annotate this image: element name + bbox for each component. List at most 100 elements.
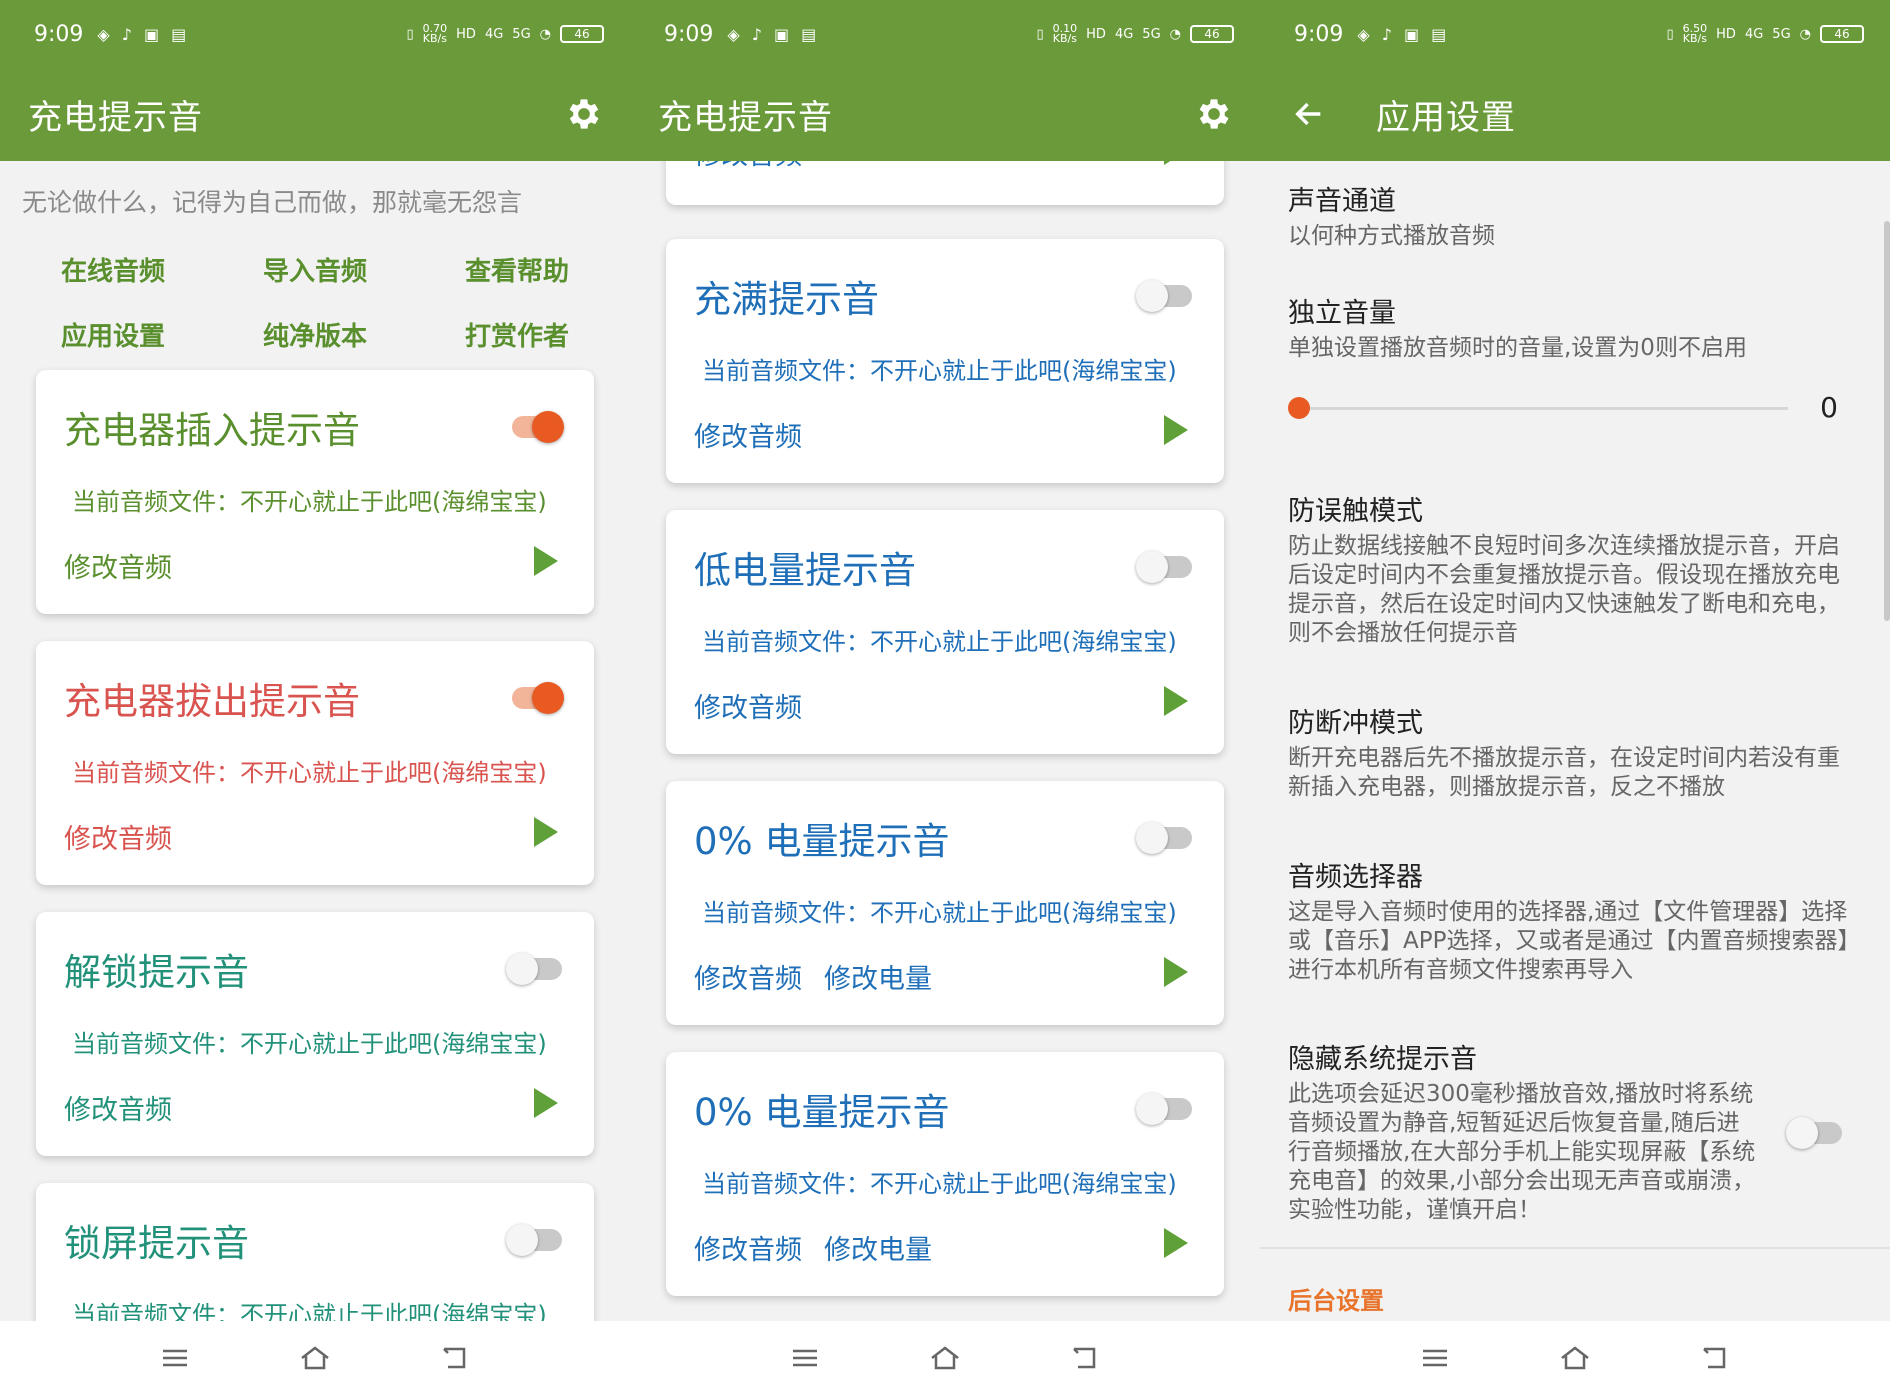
setting-anti-disconnect[interactable]: 防断冲模式 断开充电器后先不播放提示音，在设定时间内若没有重新插入充电器，则播放… xyxy=(1288,701,1856,802)
card-audio-file: 当前音频文件：不开心就止于此吧(海绵宝宝) xyxy=(702,357,1177,385)
setting-title: 声音通道 xyxy=(1288,186,1396,217)
card-title: 锁屏提示音 xyxy=(64,1222,249,1265)
signal-5g-icon: 5G xyxy=(1142,26,1161,42)
card-zero-battery: 0% 电量提示音 当前音频文件：不开心就止于此吧(海绵宝宝) 修改音频 修改电量 xyxy=(666,781,1224,1025)
status-bar: 9:09 ◈ ♪ ▣ ▤ ▯ 0.10 KB/s HD 4G 5G ◔ 46 xyxy=(664,20,1234,48)
edit-audio-button[interactable]: 修改音频 xyxy=(694,161,802,172)
edit-audio-button[interactable]: 修改音频 xyxy=(64,817,172,856)
home-icon[interactable] xyxy=(298,1343,332,1373)
setting-desc: 此选项会延迟300毫秒播放音效,播放时将系统音频设置为静音,短暂延迟后恢复音量,… xyxy=(1288,1081,1756,1223)
menu-icon[interactable] xyxy=(788,1343,822,1373)
hide-system-toggle[interactable] xyxy=(1786,1116,1842,1149)
setting-anti-mistouch[interactable]: 防误触模式 防止数据线接触不良短时间多次连续播放提示音，开启后设定时间内不会重复… xyxy=(1288,489,1856,648)
card-audio-file: 当前音频文件：不开心就止于此吧(海绵宝宝) xyxy=(72,759,547,787)
card-audio-file: 当前音频文件：不开心就止于此吧(海绵宝宝) xyxy=(702,628,1177,656)
back-icon[interactable] xyxy=(1068,1343,1102,1373)
slider-thumb[interactable] xyxy=(1288,397,1310,419)
enable-toggle[interactable] xyxy=(1136,279,1192,312)
link-pure-version[interactable]: 纯净版本 xyxy=(214,316,416,353)
music-note-icon: ♪ xyxy=(121,24,132,44)
play-icon[interactable] xyxy=(1164,415,1188,445)
card-audio-file: 当前音频文件：不开心就止于此吧(海绵宝宝) xyxy=(702,899,1177,927)
signal-4g-icon: 4G xyxy=(484,26,504,42)
link-online-audio[interactable]: 在线音频 xyxy=(12,251,214,288)
edit-audio-button[interactable]: 修改音频 xyxy=(64,546,172,585)
vibrate-icon: ▯ xyxy=(1666,26,1674,42)
card-title: 充电器插入提示音 xyxy=(64,409,360,452)
status-bar: 9:09 ◈ ♪ ▣ ▤ ▯ 6.50 KB/s HD 4G 5G ◔ 46 xyxy=(1294,20,1864,48)
play-icon[interactable] xyxy=(534,546,558,576)
wifi-icon: ◔ xyxy=(539,26,551,42)
enable-toggle[interactable] xyxy=(1136,1092,1192,1125)
back-icon[interactable] xyxy=(1698,1343,1732,1373)
status-time: 9:09 xyxy=(1294,21,1344,47)
enable-toggle[interactable] xyxy=(506,952,562,985)
enable-toggle[interactable] xyxy=(506,1223,562,1256)
link-help[interactable]: 查看帮助 xyxy=(416,251,618,288)
vibrate-icon: ▯ xyxy=(406,26,414,42)
status-time: 9:09 xyxy=(664,21,714,47)
screen-settings: 9:09 ◈ ♪ ▣ ▤ ▯ 6.50 KB/s HD 4G 5G ◔ 46 应… xyxy=(1260,0,1890,1400)
battery-icon: 46 xyxy=(560,25,604,43)
status-right-icons: ▯ 0.10 KB/s HD 4G 5G ◔ 46 xyxy=(1036,23,1234,44)
edit-audio-button[interactable]: 修改音频 xyxy=(694,957,802,996)
settings-list: 声音通道 以何种方式播放音频 独立音量 单独设置播放音频时的音量,设置为0则不启… xyxy=(1260,161,1890,1321)
hd-icon: HD xyxy=(1086,26,1106,42)
wifi-icon: ◔ xyxy=(1169,26,1181,42)
card-lock-screen: 锁屏提示音 当前音频文件：不开心就止于此吧(海绵宝宝) xyxy=(36,1183,594,1321)
wifi-icon: ◔ xyxy=(1799,26,1811,42)
main-content: 无论做什么，记得为自己而做，那就毫无怨言 在线音频 导入音频 查看帮助 应用设置… xyxy=(0,161,630,1321)
card-audio-file: 当前音频文件：不开心就止于此吧(海绵宝宝) xyxy=(72,1030,547,1058)
menu-icon[interactable] xyxy=(1418,1343,1452,1373)
play-icon[interactable] xyxy=(1164,1228,1188,1258)
edit-audio-button[interactable]: 修改音频 xyxy=(694,415,802,454)
volume-slider[interactable] xyxy=(1288,393,1798,423)
app-notification-icon: ▤ xyxy=(801,24,817,44)
card-charger-unplug: 充电器拔出提示音 当前音频文件：不开心就止于此吧(海绵宝宝) 修改音频 xyxy=(36,641,594,885)
notification-icons: ◈ ♪ ▣ ▤ xyxy=(1357,25,1446,44)
home-icon[interactable] xyxy=(1558,1343,1592,1373)
enable-toggle[interactable] xyxy=(506,681,564,714)
edit-level-button[interactable]: 修改电量 xyxy=(824,957,932,996)
back-icon[interactable] xyxy=(438,1343,472,1373)
setting-hide-system-sound[interactable]: 隐藏系统提示音 此选项会延迟300毫秒播放音效,播放时将系统音频设置为静音,短暂… xyxy=(1288,1037,1760,1225)
home-icon[interactable] xyxy=(928,1343,962,1373)
gear-icon[interactable] xyxy=(564,94,604,134)
setting-sound-channel[interactable]: 声音通道 以何种方式播放音频 xyxy=(1288,179,1856,251)
app-bar: 充电提示音 xyxy=(0,84,630,144)
app-notification-icon: ▣ xyxy=(143,24,160,44)
edit-level-button[interactable]: 修改电量 xyxy=(824,1228,932,1267)
setting-independent-volume[interactable]: 独立音量 单独设置播放音频时的音量,设置为0则不启用 xyxy=(1288,291,1856,363)
edit-audio-button[interactable]: 修改音频 xyxy=(64,1088,172,1127)
card-audio-file: 当前音频文件：不开心就止于此吧(海绵宝宝) xyxy=(702,1170,1177,1198)
scrollbar[interactable] xyxy=(1884,221,1890,621)
card-title: 解锁提示音 xyxy=(64,951,249,994)
play-icon[interactable] xyxy=(1164,161,1188,165)
edit-audio-button[interactable]: 修改音频 xyxy=(694,686,802,725)
enable-toggle[interactable] xyxy=(1136,550,1192,583)
gear-icon[interactable] xyxy=(1194,94,1234,134)
signal-4g-icon: 4G xyxy=(1114,26,1134,42)
settings-title: 应用设置 xyxy=(1376,97,1516,138)
play-icon[interactable] xyxy=(1164,686,1188,716)
link-import-audio[interactable]: 导入音频 xyxy=(214,251,416,288)
top-bar: 9:09 ◈ ♪ ▣ ▤ ▯ 0.70 KB/s HD 4G 5G ◔ 46 充… xyxy=(0,0,630,161)
menu-icon[interactable] xyxy=(158,1343,192,1373)
link-donate[interactable]: 打赏作者 xyxy=(416,316,618,353)
app-bar: 充电提示音 xyxy=(630,84,1260,144)
play-icon[interactable] xyxy=(534,817,558,847)
music-note-icon: ♪ xyxy=(751,24,762,44)
nav-bar xyxy=(1260,1321,1890,1400)
setting-audio-picker[interactable]: 音频选择器 这是导入音频时使用的选择器,通过【文件管理器】选择或【音乐】APP选… xyxy=(1288,855,1856,985)
section-background-settings: 后台设置 xyxy=(1288,1287,1384,1315)
link-app-settings[interactable]: 应用设置 xyxy=(12,316,214,353)
play-icon[interactable] xyxy=(1164,957,1188,987)
signal-4g-icon: 4G xyxy=(1744,26,1764,42)
edit-audio-button[interactable]: 修改音频 xyxy=(694,1228,802,1267)
back-arrow-icon[interactable] xyxy=(1292,97,1326,131)
enable-toggle[interactable] xyxy=(506,410,564,443)
network-speed: 6.50 KB/s xyxy=(1682,22,1708,45)
enable-toggle[interactable] xyxy=(1136,821,1192,854)
setting-title: 独立音量 xyxy=(1288,298,1396,329)
play-icon[interactable] xyxy=(534,1088,558,1118)
